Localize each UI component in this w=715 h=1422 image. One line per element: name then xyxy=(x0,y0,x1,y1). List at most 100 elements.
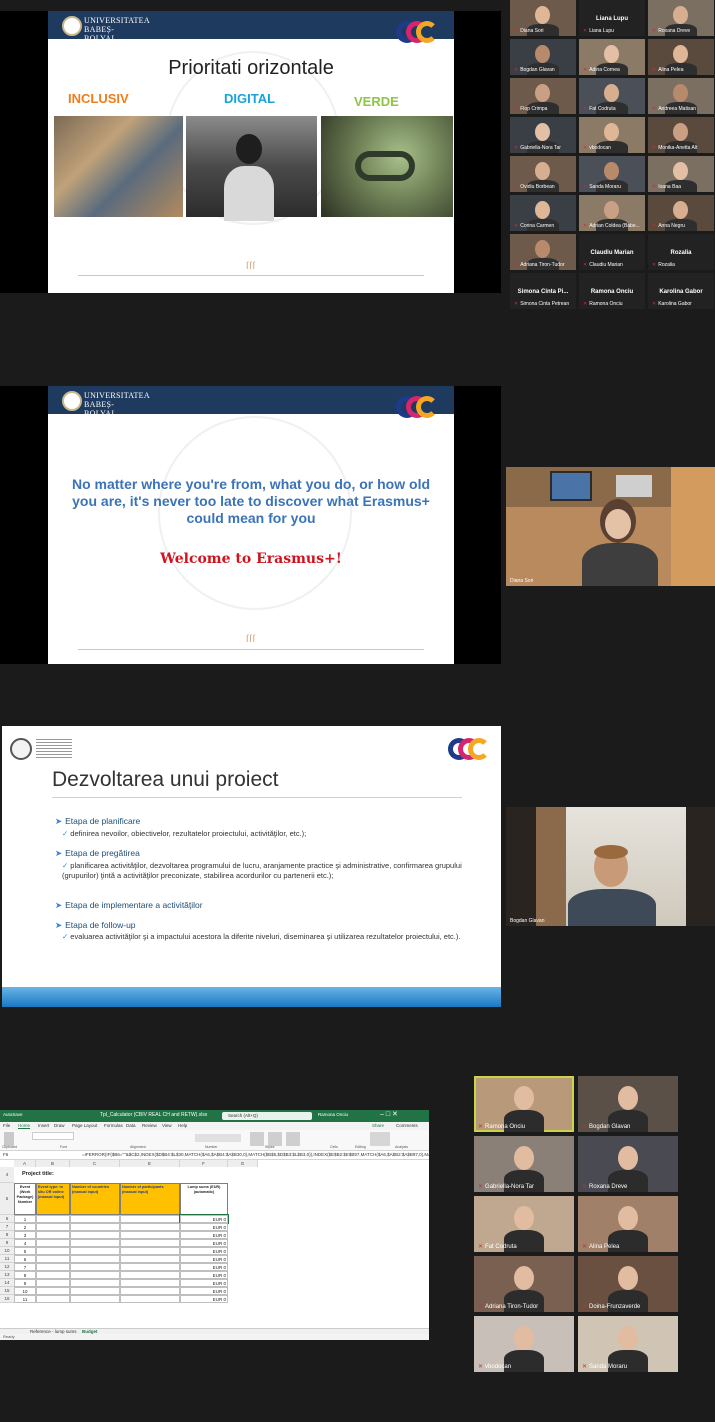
input-cell[interactable] xyxy=(36,1271,70,1279)
lump-sum-cell[interactable]: EUR 0 xyxy=(180,1231,228,1239)
row-header[interactable]: 4 xyxy=(0,1167,14,1183)
menu-item[interactable]: Page Layout xyxy=(72,1123,97,1128)
participant-tile[interactable]: ✕ Alina Pelea xyxy=(648,39,714,75)
row-header[interactable]: 10 xyxy=(0,1247,14,1255)
search-input[interactable]: Search (Alt+Q) xyxy=(222,1112,312,1120)
row-header[interactable]: 8 xyxy=(0,1231,14,1239)
input-cell[interactable] xyxy=(120,1279,180,1287)
participant-tile[interactable]: ✕ Roxana Dreve xyxy=(578,1136,678,1192)
table-header-cell[interactable]: Number of countries (manual input) xyxy=(70,1183,120,1215)
menu-item[interactable]: Insert xyxy=(38,1123,49,1128)
table-header-cell[interactable]: Event type: In situ OR online (manual in… xyxy=(36,1183,70,1215)
row-header[interactable]: 13 xyxy=(0,1271,14,1279)
participant-tile[interactable]: ✕ Roxana Dreve xyxy=(648,0,714,36)
table-header-cell[interactable]: Event (Work Package) Number xyxy=(14,1183,36,1215)
input-cell[interactable] xyxy=(70,1223,120,1231)
input-cell[interactable] xyxy=(120,1295,180,1303)
paste-icon[interactable] xyxy=(4,1132,14,1146)
event-number-cell[interactable]: 9 xyxy=(14,1279,36,1287)
number-format-select[interactable] xyxy=(195,1134,241,1142)
participant-tile[interactable]: ✕ vbodocan xyxy=(474,1316,574,1372)
column-header[interactable]: F xyxy=(180,1160,228,1167)
menu-item[interactable]: Formulas xyxy=(104,1123,123,1128)
font-select[interactable] xyxy=(32,1132,74,1140)
participant-tile[interactable]: ✕ Diana Sori xyxy=(510,0,576,36)
participant-tile[interactable]: ✕ Ioana Baa xyxy=(648,156,714,192)
speaker-video-bogdan[interactable]: Bogdan Glavan xyxy=(506,807,715,926)
input-cell[interactable] xyxy=(70,1247,120,1255)
row-header[interactable]: 14 xyxy=(0,1279,14,1287)
participant-tile[interactable]: ✕ Flop Crimpa xyxy=(510,78,576,114)
find-select-icon[interactable] xyxy=(370,1132,390,1146)
participant-tile[interactable]: ✕ Alina Pelea xyxy=(578,1196,678,1252)
event-number-cell[interactable]: 6 xyxy=(14,1255,36,1263)
event-number-cell[interactable]: 8 xyxy=(14,1271,36,1279)
event-number-cell[interactable]: 2 xyxy=(14,1223,36,1231)
row-header[interactable]: 9 xyxy=(0,1239,14,1247)
autosave-toggle[interactable]: AutoSave xyxy=(3,1112,23,1117)
input-cell[interactable] xyxy=(70,1263,120,1271)
input-cell[interactable] xyxy=(36,1287,70,1295)
input-cell[interactable] xyxy=(36,1239,70,1247)
row-header[interactable]: 16 xyxy=(0,1295,14,1303)
row-header[interactable]: 11 xyxy=(0,1255,14,1263)
menu-item[interactable]: Help xyxy=(178,1123,187,1128)
column-header[interactable]: C xyxy=(70,1160,120,1167)
speaker-video-diana[interactable]: Diana Sori xyxy=(506,467,715,586)
row-header[interactable]: 7 xyxy=(0,1223,14,1231)
lump-sum-cell[interactable]: EUR 0 xyxy=(180,1223,228,1231)
event-number-cell[interactable]: 1 xyxy=(14,1215,36,1223)
input-cell[interactable] xyxy=(70,1215,120,1223)
formula-input[interactable]: =IFERROR(IF($B6=""&$C$2,INDEX($D$B4:$L$3… xyxy=(82,1151,429,1159)
participant-tile[interactable]: ✕ Gabriella-Nora Tar xyxy=(474,1136,574,1192)
input-cell[interactable] xyxy=(120,1247,180,1255)
participant-tile[interactable]: ✕ Fat Codruta xyxy=(474,1196,574,1252)
row-header[interactable]: 12 xyxy=(0,1263,14,1271)
participant-tile[interactable]: ✕ Andreea Matisan xyxy=(648,78,714,114)
column-header[interactable]: E xyxy=(120,1160,180,1167)
input-cell[interactable] xyxy=(36,1295,70,1303)
input-cell[interactable] xyxy=(36,1279,70,1287)
lump-sum-cell[interactable]: EUR 0 xyxy=(180,1271,228,1279)
lump-sum-cell[interactable]: EUR 0 xyxy=(180,1247,228,1255)
event-number-cell[interactable]: 5 xyxy=(14,1247,36,1255)
participant-tile[interactable]: ✕ Ovidiu Borbean xyxy=(510,156,576,192)
input-cell[interactable] xyxy=(36,1231,70,1239)
participant-tile[interactable]: Simona Cinta Pi... ✕ Simona Cinta Petrean xyxy=(510,273,576,309)
event-number-cell[interactable]: 11 xyxy=(14,1295,36,1303)
participant-tile[interactable]: ✕ Adina Cornea xyxy=(579,39,645,75)
participant-tile[interactable]: ✕ Corina Carmen xyxy=(510,195,576,231)
participant-tile[interactable]: ✕ Bogdan Glavan xyxy=(578,1076,678,1132)
input-cell[interactable] xyxy=(70,1239,120,1247)
menu-item[interactable]: Data xyxy=(126,1123,136,1128)
participant-tile[interactable]: ✕ Fat Codruta xyxy=(579,78,645,114)
input-cell[interactable] xyxy=(70,1231,120,1239)
comments-button[interactable]: Comments xyxy=(396,1123,418,1128)
participant-tile[interactable]: Rozalia ✕ Rozalia xyxy=(648,234,714,270)
participant-tile[interactable]: ✕ Anna Negru xyxy=(648,195,714,231)
input-cell[interactable] xyxy=(120,1271,180,1279)
lump-sum-cell[interactable]: EUR 0 xyxy=(180,1263,228,1271)
participant-tile[interactable]: ✕ Sanda Moraru xyxy=(579,156,645,192)
input-cell[interactable] xyxy=(120,1239,180,1247)
input-cell[interactable] xyxy=(36,1215,70,1223)
spreadsheet-grid[interactable]: A B C E F G 4 5 6 7 8 9 10 11 12 13 14 15 16 Project title:… xyxy=(0,1160,429,1328)
participant-tile[interactable]: Karolina Gabor ✕ Karolina Gabor xyxy=(648,273,714,309)
participant-tile[interactable]: ✕ Adrian Coldea (Babe... xyxy=(579,195,645,231)
input-cell[interactable] xyxy=(120,1215,180,1223)
participant-tile[interactable]: ✕ Ramona Onciu xyxy=(474,1076,574,1132)
menu-item[interactable]: Home xyxy=(18,1123,30,1128)
event-number-cell[interactable]: 10 xyxy=(14,1287,36,1295)
input-cell[interactable] xyxy=(36,1247,70,1255)
input-cell[interactable] xyxy=(36,1255,70,1263)
lump-sum-cell[interactable]: EUR 0 xyxy=(180,1295,228,1303)
input-cell[interactable] xyxy=(120,1231,180,1239)
menu-item[interactable]: Draw xyxy=(54,1123,65,1128)
participant-tile[interactable]: ✕ Monika-Anetta Alt xyxy=(648,117,714,153)
lump-sum-cell[interactable]: EUR 0 xyxy=(180,1255,228,1263)
row-header[interactable]: 5 xyxy=(0,1183,14,1215)
table-header-cell[interactable]: Number of participants (manual input) xyxy=(120,1183,180,1215)
menu-item[interactable]: Review xyxy=(142,1123,157,1128)
row-header[interactable]: 15 xyxy=(0,1287,14,1295)
participant-tile[interactable]: ✕ Gabriella-Nora Tar xyxy=(510,117,576,153)
